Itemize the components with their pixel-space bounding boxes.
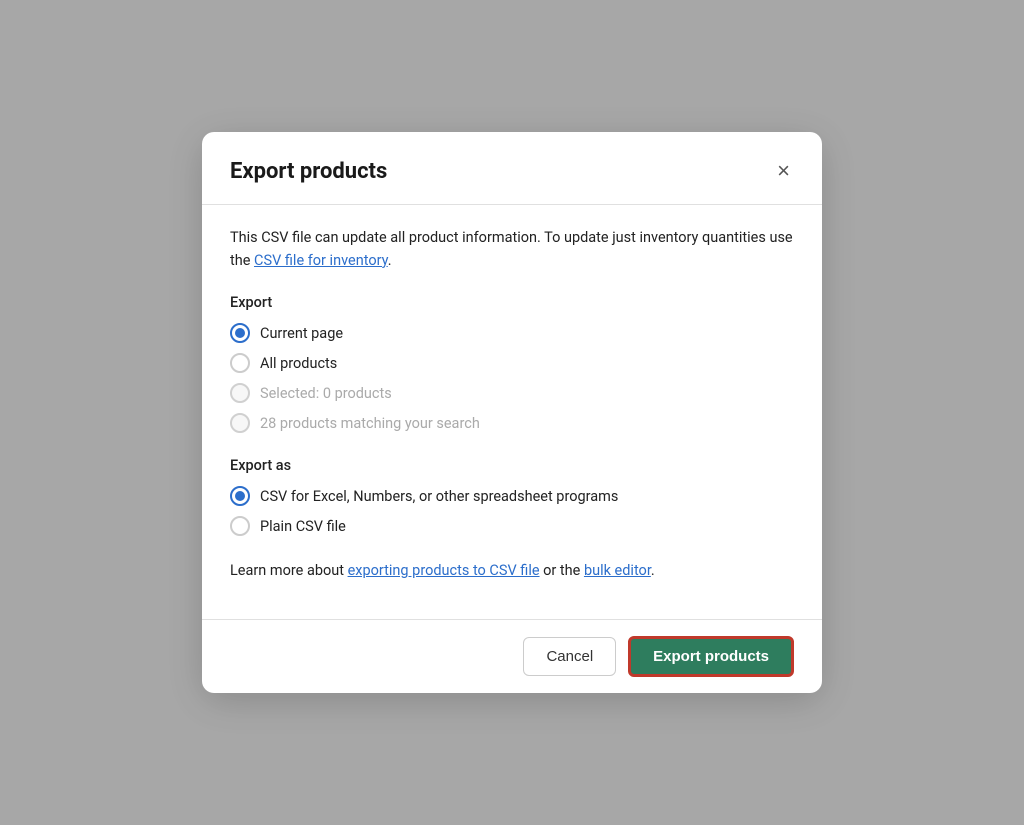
bulk-editor-link[interactable]: bulk editor (584, 562, 651, 579)
export-as-radio-group: CSV for Excel, Numbers, or other spreads… (230, 486, 794, 536)
modal-header: Export products × (202, 132, 822, 204)
radio-csv-excel[interactable] (230, 486, 250, 506)
radio-all-products[interactable] (230, 353, 250, 373)
modal-actions: Cancel Export products (202, 620, 822, 693)
export-option-matching-search: 28 products matching your search (230, 413, 794, 433)
info-paragraph: This CSV file can update all product inf… (230, 227, 794, 272)
export-as-option-plain-csv[interactable]: Plain CSV file (230, 516, 794, 536)
export-as-option-plain-csv-label: Plain CSV file (260, 518, 346, 535)
export-section-label: Export (230, 294, 794, 311)
radio-matching-search (230, 413, 250, 433)
export-products-button[interactable]: Export products (628, 636, 794, 677)
footer-text-before-link1: Learn more about (230, 562, 348, 579)
close-button[interactable]: × (773, 156, 794, 186)
exporting-products-link[interactable]: exporting products to CSV file (348, 562, 540, 579)
modal-title: Export products (230, 159, 387, 184)
export-option-selected-products-label: Selected: 0 products (260, 385, 392, 402)
modal-body: This CSV file can update all product inf… (202, 205, 822, 618)
footer-info-paragraph: Learn more about exporting products to C… (230, 560, 794, 598)
footer-text-between-links: or the (540, 562, 584, 579)
export-option-all-products[interactable]: All products (230, 353, 794, 373)
radio-selected-products (230, 383, 250, 403)
export-option-current-page-label: Current page (260, 325, 343, 342)
export-option-matching-search-label: 28 products matching your search (260, 415, 480, 432)
modal-overlay[interactable]: Export products × This CSV file can upda… (0, 0, 1024, 825)
export-products-modal: Export products × This CSV file can upda… (202, 132, 822, 692)
export-as-section-label: Export as (230, 457, 794, 474)
radio-plain-csv[interactable] (230, 516, 250, 536)
info-text-after-link: . (388, 252, 392, 269)
export-as-option-csv-excel-label: CSV for Excel, Numbers, or other spreads… (260, 488, 618, 505)
export-as-option-csv-excel[interactable]: CSV for Excel, Numbers, or other spreads… (230, 486, 794, 506)
csv-inventory-link[interactable]: CSV file for inventory (254, 252, 388, 269)
radio-current-page[interactable] (230, 323, 250, 343)
export-option-selected-products: Selected: 0 products (230, 383, 794, 403)
export-radio-group: Current page All products Selected: 0 pr… (230, 323, 794, 433)
close-icon: × (777, 160, 790, 182)
cancel-button[interactable]: Cancel (523, 637, 616, 676)
footer-text-after-link2: . (651, 562, 655, 579)
export-option-current-page[interactable]: Current page (230, 323, 794, 343)
export-option-all-products-label: All products (260, 355, 337, 372)
